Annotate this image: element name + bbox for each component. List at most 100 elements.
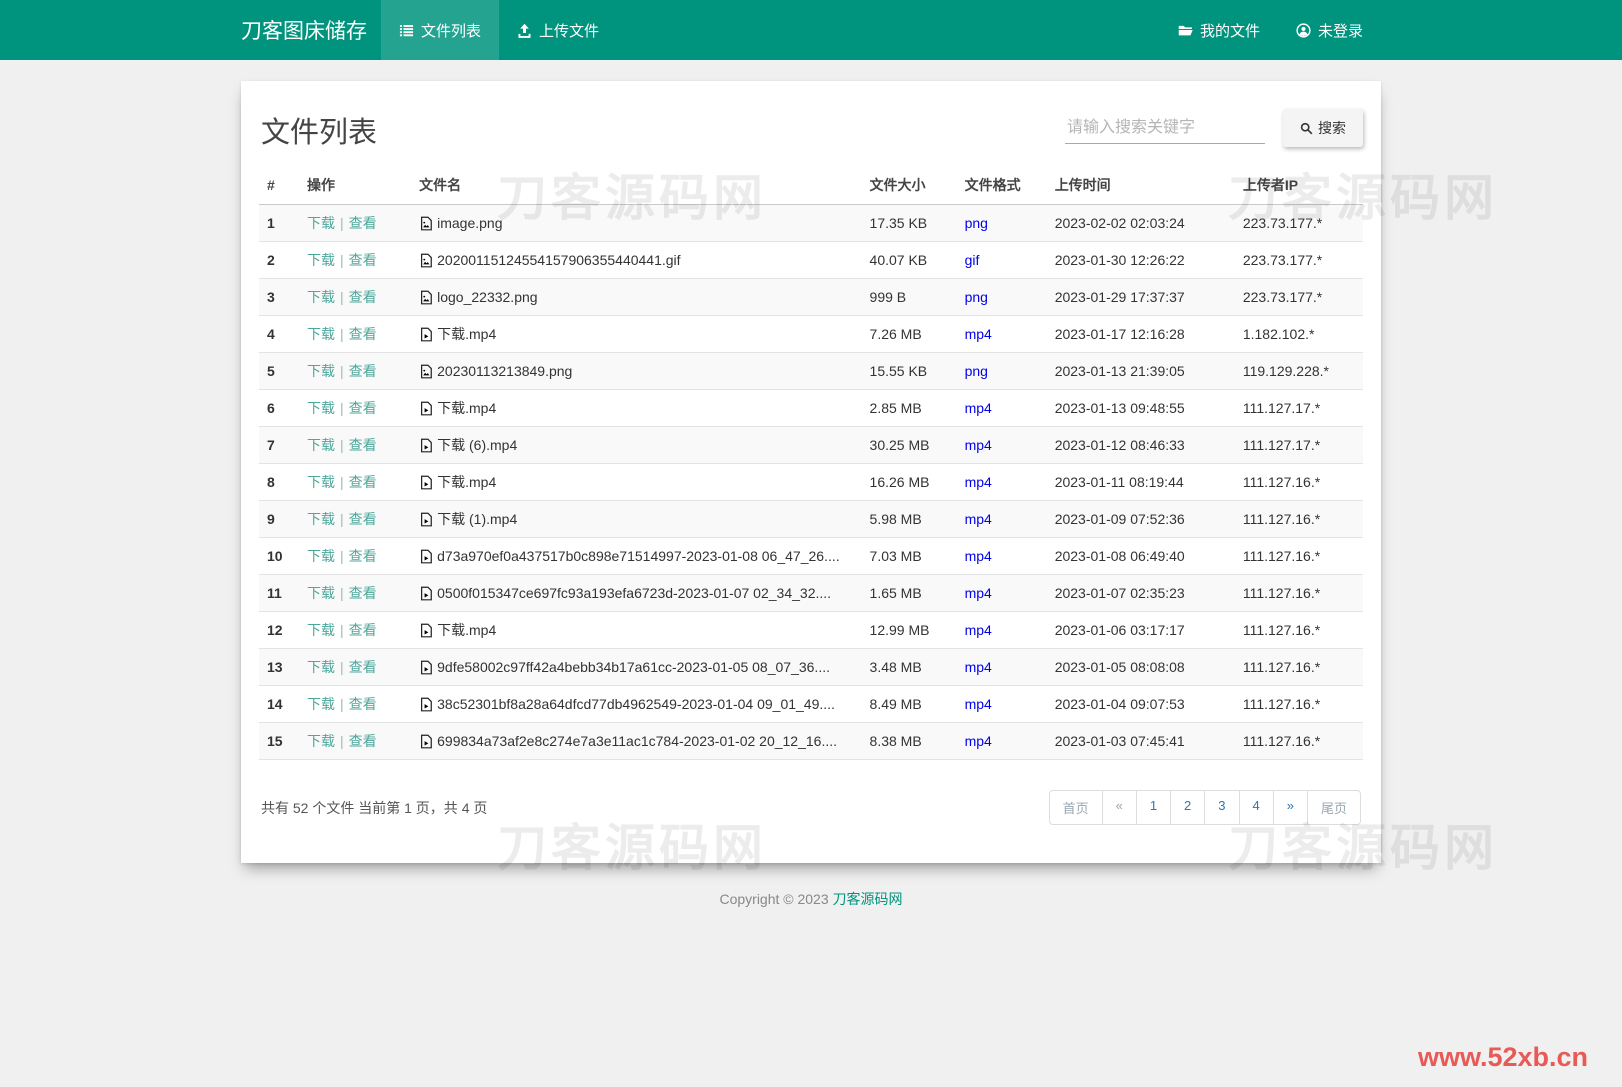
view-link[interactable]: 查看 xyxy=(349,659,377,675)
view-link[interactable]: 查看 xyxy=(349,215,377,231)
file-size: 8.38 MB xyxy=(862,723,957,760)
file-format-link[interactable]: mp4 xyxy=(965,659,992,675)
view-link[interactable]: 查看 xyxy=(349,585,377,601)
download-link[interactable]: 下载 xyxy=(307,326,335,342)
file-count-summary: 共有 52 个文件 当前第 1 页，共 4 页 xyxy=(261,798,487,818)
pagination-button[interactable]: « xyxy=(1103,790,1137,825)
file-format-link[interactable]: png xyxy=(965,289,988,305)
row-index: 14 xyxy=(259,686,299,723)
row-index: 7 xyxy=(259,427,299,464)
header-format: 文件格式 xyxy=(957,165,1047,205)
nav-item-upload[interactable]: 上传文件 xyxy=(499,0,617,60)
download-link[interactable]: 下载 xyxy=(307,696,335,712)
view-link[interactable]: 查看 xyxy=(349,733,377,749)
row-index: 11 xyxy=(259,575,299,612)
file-format-link[interactable]: mp4 xyxy=(965,400,992,416)
file-format-link[interactable]: mp4 xyxy=(965,437,992,453)
file-name[interactable]: 699834a73af2e8c274e7a3e11ac1c784-2023-01… xyxy=(437,733,837,749)
file-format-link[interactable]: png xyxy=(965,215,988,231)
view-link[interactable]: 查看 xyxy=(349,289,377,305)
search-button[interactable]: 搜索 xyxy=(1283,109,1363,147)
pagination-button[interactable]: 3 xyxy=(1205,790,1239,825)
list-icon xyxy=(399,23,414,38)
file-size: 12.99 MB xyxy=(862,612,957,649)
file-format-link[interactable]: png xyxy=(965,363,988,379)
pagination-button[interactable]: » xyxy=(1274,790,1308,825)
site-link[interactable]: 刀客源码网 xyxy=(833,891,903,907)
search-input[interactable] xyxy=(1065,113,1265,144)
pagination-button[interactable]: 4 xyxy=(1240,790,1274,825)
view-link[interactable]: 查看 xyxy=(349,622,377,638)
view-link[interactable]: 查看 xyxy=(349,474,377,490)
file-name[interactable]: 20230113213849.png xyxy=(437,363,572,379)
file-format-link[interactable]: mp4 xyxy=(965,548,992,564)
file-name[interactable]: d73a970ef0a437517b0c898e71514997-2023-01… xyxy=(437,548,840,564)
file-name[interactable]: 下载 (6).mp4 xyxy=(437,435,517,455)
view-link[interactable]: 查看 xyxy=(349,363,377,379)
view-link[interactable]: 查看 xyxy=(349,400,377,416)
nav-item-login-status[interactable]: 未登录 xyxy=(1278,0,1381,60)
upload-icon xyxy=(517,23,532,38)
view-link[interactable]: 查看 xyxy=(349,548,377,564)
file-size: 2.85 MB xyxy=(862,390,957,427)
row-filename-cell: 20230113213849.png xyxy=(411,353,861,390)
file-table-body: 1 下载|查看 image.png 17.35 KB png 2023-02-0… xyxy=(259,205,1363,760)
file-name[interactable]: 下载.mp4 xyxy=(437,620,496,640)
pagination-button[interactable]: 2 xyxy=(1171,790,1205,825)
download-link[interactable]: 下载 xyxy=(307,733,335,749)
table-row: 1 下载|查看 image.png 17.35 KB png 2023-02-0… xyxy=(259,205,1363,242)
file-format-link[interactable]: mp4 xyxy=(965,511,992,527)
file-video-icon xyxy=(419,327,433,342)
pagination-button[interactable]: 首页 xyxy=(1049,790,1103,825)
file-video-icon xyxy=(419,586,433,601)
file-format-link[interactable]: gif xyxy=(965,252,980,268)
download-link[interactable]: 下载 xyxy=(307,622,335,638)
download-link[interactable]: 下载 xyxy=(307,585,335,601)
file-name[interactable]: 20200115124554157906355440441.gif xyxy=(437,252,680,268)
view-link[interactable]: 查看 xyxy=(349,252,377,268)
header-index: # xyxy=(259,165,299,205)
file-format-link[interactable]: mp4 xyxy=(965,326,992,342)
download-link[interactable]: 下载 xyxy=(307,400,335,416)
table-row: 15 下载|查看 699834a73af2e8c274e7a3e11ac1c78… xyxy=(259,723,1363,760)
row-filename-cell: logo_22332.png xyxy=(411,279,861,316)
file-format-link[interactable]: mp4 xyxy=(965,622,992,638)
file-name[interactable]: 下载 (1).mp4 xyxy=(437,509,517,529)
download-link[interactable]: 下载 xyxy=(307,215,335,231)
pagination-button[interactable]: 1 xyxy=(1137,790,1171,825)
download-link[interactable]: 下载 xyxy=(307,289,335,305)
upload-time: 2023-01-07 02:35:23 xyxy=(1047,575,1235,612)
download-link[interactable]: 下载 xyxy=(307,252,335,268)
file-name[interactable]: 38c52301bf8a28a64dfcd77db4962549-2023-01… xyxy=(437,696,835,712)
brand-title[interactable]: 刀客图床储存 xyxy=(241,0,381,60)
view-link[interactable]: 查看 xyxy=(349,437,377,453)
file-format-link[interactable]: mp4 xyxy=(965,474,992,490)
file-name[interactable]: image.png xyxy=(437,215,502,231)
view-link[interactable]: 查看 xyxy=(349,326,377,342)
file-name[interactable]: logo_22332.png xyxy=(437,289,537,305)
file-name[interactable]: 下载.mp4 xyxy=(437,472,496,492)
download-link[interactable]: 下载 xyxy=(307,363,335,379)
nav-item-file-list[interactable]: 文件列表 xyxy=(381,0,499,60)
table-row: 2 下载|查看 20200115124554157906355440441.gi… xyxy=(259,242,1363,279)
download-link[interactable]: 下载 xyxy=(307,659,335,675)
file-format-link[interactable]: mp4 xyxy=(965,733,992,749)
file-name[interactable]: 9dfe58002c97ff42a4bebb34b17a61cc-2023-01… xyxy=(437,659,830,675)
download-link[interactable]: 下载 xyxy=(307,437,335,453)
view-link[interactable]: 查看 xyxy=(349,696,377,712)
nav-item-my-files[interactable]: 我的文件 xyxy=(1160,0,1278,60)
file-name[interactable]: 下载.mp4 xyxy=(437,324,496,344)
download-link[interactable]: 下载 xyxy=(307,511,335,527)
file-format-link[interactable]: mp4 xyxy=(965,585,992,601)
file-name[interactable]: 下载.mp4 xyxy=(437,398,496,418)
file-format-link[interactable]: mp4 xyxy=(965,696,992,712)
view-link[interactable]: 查看 xyxy=(349,511,377,527)
row-index: 9 xyxy=(259,501,299,538)
download-link[interactable]: 下载 xyxy=(307,548,335,564)
uploader-ip: 223.73.177.* xyxy=(1235,242,1363,279)
file-name[interactable]: 0500f015347ce697fc93a193efa6723d-2023-01… xyxy=(437,585,831,601)
row-actions: 下载|查看 xyxy=(299,427,411,464)
pagination-button[interactable]: 尾页 xyxy=(1308,790,1361,825)
download-link[interactable]: 下载 xyxy=(307,474,335,490)
file-image-icon xyxy=(419,290,433,305)
